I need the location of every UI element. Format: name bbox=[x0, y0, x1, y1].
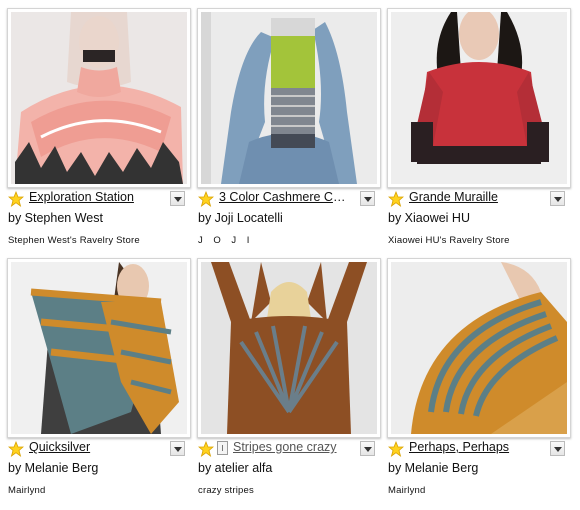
pattern-title-link[interactable]: Perhaps, Perhaps bbox=[409, 440, 541, 454]
pattern-photo-link[interactable] bbox=[387, 258, 571, 438]
pattern-title-link[interactable]: Stripes gone crazy bbox=[233, 440, 353, 454]
pattern-author: by Xiaowei HU bbox=[388, 211, 470, 225]
pattern-photo bbox=[201, 12, 377, 184]
star-icon[interactable] bbox=[388, 191, 404, 207]
pattern-title-link[interactable]: Exploration Station bbox=[29, 190, 161, 204]
pattern-file-icon bbox=[217, 441, 228, 455]
dropdown-arrow-icon[interactable] bbox=[550, 441, 565, 456]
pattern-source[interactable]: Xiaowei HU's Ravelry Store bbox=[388, 235, 510, 246]
dropdown-arrow-icon[interactable] bbox=[170, 441, 185, 456]
star-icon[interactable] bbox=[8, 441, 24, 457]
pattern-photo-link[interactable] bbox=[197, 8, 381, 188]
pattern-source[interactable]: crazy stripes bbox=[198, 485, 254, 496]
pattern-photo bbox=[391, 12, 567, 184]
pattern-author: by Joji Locatelli bbox=[198, 211, 283, 225]
pattern-photo bbox=[11, 262, 187, 434]
pattern-photo-link[interactable] bbox=[7, 8, 191, 188]
pattern-photo bbox=[201, 262, 377, 434]
dropdown-arrow-icon[interactable] bbox=[360, 441, 375, 456]
pattern-source[interactable]: Stephen West's Ravelry Store bbox=[8, 235, 140, 246]
pattern-title-row: Exploration Station bbox=[7, 189, 187, 209]
pattern-photo bbox=[11, 12, 187, 184]
pattern-photo-link[interactable] bbox=[387, 8, 571, 188]
dropdown-arrow-icon[interactable] bbox=[170, 191, 185, 206]
pattern-source[interactable]: J O J I bbox=[198, 235, 253, 246]
pattern-author: by Melanie Berg bbox=[8, 461, 99, 475]
pattern-author: by Melanie Berg bbox=[388, 461, 479, 475]
pattern-title-link[interactable]: 3 Color Cashmere Cowl bbox=[219, 190, 351, 204]
pattern-title-row: 3 Color Cashmere Cowl bbox=[197, 189, 377, 209]
pattern-author: by atelier alfa bbox=[198, 461, 273, 475]
dropdown-arrow-icon[interactable] bbox=[360, 191, 375, 206]
pattern-photo-link[interactable] bbox=[7, 258, 191, 438]
pattern-title-link[interactable]: Grande Muraille bbox=[409, 190, 541, 204]
pattern-title-link[interactable]: Quicksilver bbox=[29, 440, 161, 454]
pattern-title-row: Perhaps, Perhaps bbox=[387, 439, 567, 459]
pattern-photo bbox=[391, 262, 567, 434]
star-icon[interactable] bbox=[8, 191, 24, 207]
pattern-title-row: Quicksilver bbox=[7, 439, 187, 459]
pattern-photo-link[interactable] bbox=[197, 258, 381, 438]
pattern-title-row: Stripes gone crazy bbox=[197, 439, 377, 459]
star-icon[interactable] bbox=[388, 441, 404, 457]
pattern-author: by Stephen West bbox=[8, 211, 103, 225]
pattern-source[interactable]: Mairlynd bbox=[388, 485, 426, 496]
star-icon[interactable] bbox=[198, 441, 214, 457]
pattern-source[interactable]: Mairlynd bbox=[8, 485, 46, 496]
dropdown-arrow-icon[interactable] bbox=[550, 191, 565, 206]
pattern-title-row: Grande Muraille bbox=[387, 189, 567, 209]
star-icon[interactable] bbox=[198, 191, 214, 207]
